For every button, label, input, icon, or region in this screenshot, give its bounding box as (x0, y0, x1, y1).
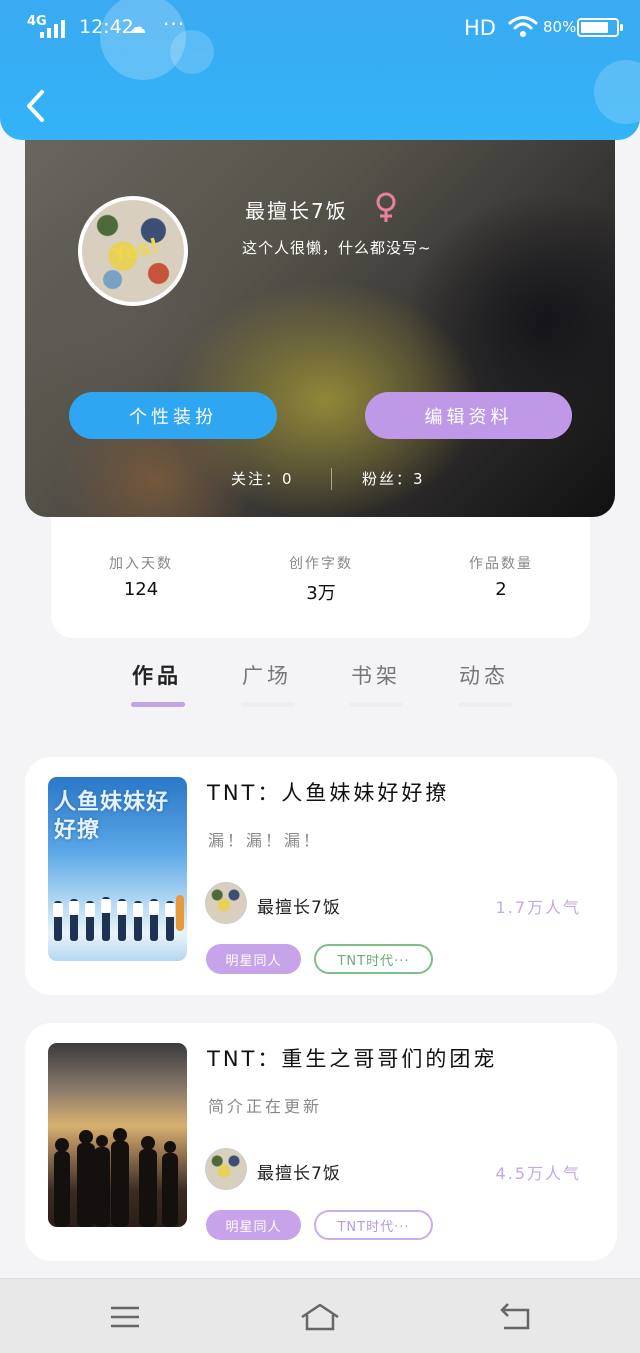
avatar-text: Yes! (109, 232, 162, 268)
tab-underline (349, 702, 403, 707)
wifi-icon (508, 16, 538, 37)
menu-icon[interactable] (103, 1301, 147, 1333)
tab-indicator (131, 702, 185, 707)
tab-square[interactable]: 广场 (227, 660, 307, 690)
cloud-icon: ☁ (128, 17, 146, 38)
status-bar: 4G 12:42 ☁ ··· HD 80% (0, 0, 640, 56)
edit-profile-button[interactable]: 编辑资料 (365, 392, 572, 439)
top-header: 4G 12:42 ☁ ··· HD 80% (0, 0, 640, 140)
cover-title: 人鱼妹妹好好撩 (54, 790, 170, 843)
female-icon (376, 192, 396, 222)
signal-icon (40, 18, 68, 38)
tab-underline (458, 702, 512, 707)
battery-icon (577, 18, 623, 37)
tab-works[interactable]: 作品 (117, 660, 197, 690)
decor-bubble (594, 60, 640, 124)
clock: 12:42 (79, 16, 134, 38)
divider (331, 468, 332, 490)
work-title[interactable]: TNT：人鱼妹妹好好撩 (207, 777, 449, 807)
work-title[interactable]: TNT：重生之哥哥们的团宠 (207, 1043, 497, 1073)
profile-username: 最擅长7饭 (245, 199, 348, 223)
tag-topic[interactable]: TNT时代··· (314, 1210, 433, 1240)
tag-category[interactable]: 明星同人 (206, 1210, 301, 1240)
popularity-count: 4.5万人气 (495, 1164, 581, 1183)
profile-bio: 这个人很懒，什么都没写~ (242, 239, 432, 257)
tab-bookshelf[interactable]: 书架 (336, 660, 416, 690)
tag-category[interactable]: 明星同人 (206, 944, 301, 974)
author-name: 最擅长7饭 (257, 898, 341, 918)
cover-illustration (53, 895, 184, 941)
author-avatar (205, 882, 247, 924)
tag-topic[interactable]: TNT时代··· (314, 944, 433, 974)
stat-label: 加入天数 (109, 556, 173, 572)
stat-value: 2 (495, 579, 507, 600)
avatar[interactable]: Yes! (78, 196, 188, 306)
author-avatar (205, 1148, 247, 1190)
stat-label: 创作字数 (289, 556, 353, 572)
stats-panel: 加入天数 124 创作字数 3万 作品数量 2 (51, 517, 590, 638)
popularity-count: 1.7万人气 (495, 898, 581, 917)
following-count[interactable]: 关注：0 (231, 468, 294, 489)
work-card[interactable]: TNT：重生之哥哥们的团宠 简介正在更新 最擅长7饭 4.5万人气 明星同人 T… (25, 1023, 617, 1261)
back-button[interactable] (22, 88, 50, 124)
book-cover[interactable]: 人鱼妹妹好好撩 (48, 777, 187, 961)
stat-join-days: 加入天数 124 (76, 553, 206, 600)
cover-illustration (54, 1128, 178, 1227)
author-name: 最擅长7饭 (257, 1164, 341, 1184)
work-card[interactable]: 人鱼妹妹好好撩 TNT：人鱼妹妹好好撩 漏！漏！漏！ 最擅长7饭 1.7万人气 … (25, 757, 617, 995)
battery-percent: 80% (543, 18, 577, 36)
stat-word-count: 创作字数 3万 (256, 553, 386, 605)
tab-underline (241, 702, 295, 707)
hd-indicator: HD (464, 16, 496, 40)
customize-button[interactable]: 个性装扮 (69, 392, 277, 439)
stat-works-count: 作品数量 2 (436, 553, 566, 600)
stat-value: 124 (123, 579, 159, 600)
stat-value: 3万 (306, 583, 336, 604)
work-description: 简介正在更新 (208, 1097, 323, 1116)
book-cover[interactable] (48, 1043, 187, 1227)
home-icon[interactable] (298, 1301, 342, 1333)
system-nav-bar (0, 1278, 640, 1353)
battery-fill (581, 22, 609, 33)
stat-label: 作品数量 (469, 556, 533, 572)
back-icon[interactable] (494, 1301, 538, 1333)
work-description: 漏！漏！漏！ (208, 831, 323, 850)
profile-card: Yes! 最擅长7饭 这个人很懒，什么都没写~ 个性装扮 编辑资料 关注：0 粉… (25, 100, 615, 517)
fans-count[interactable]: 粉丝：3 (362, 468, 425, 489)
more-notifications: ··· (163, 12, 186, 36)
tab-activity[interactable]: 动态 (444, 660, 524, 690)
